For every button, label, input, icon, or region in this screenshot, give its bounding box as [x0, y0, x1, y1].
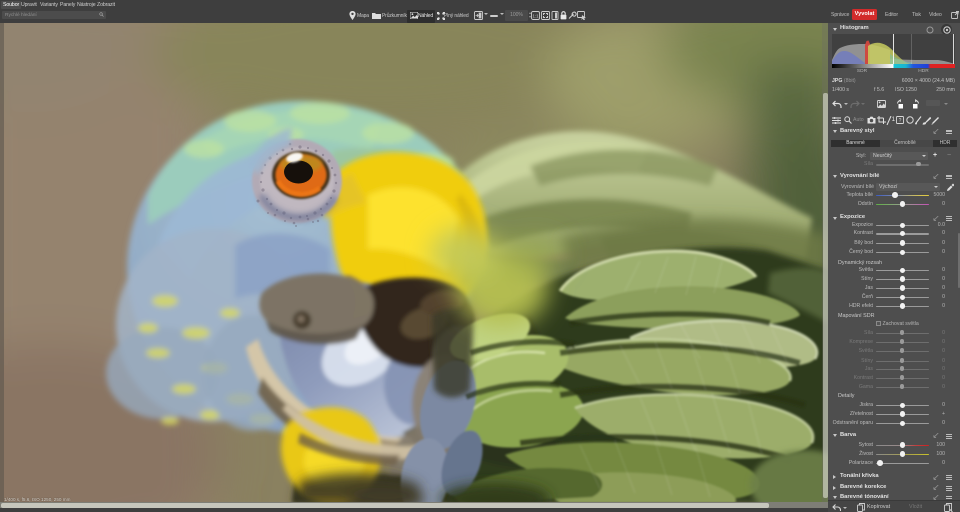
svg-text:1:1: 1:1 — [532, 13, 539, 18]
svg-text:?: ? — [899, 118, 902, 124]
